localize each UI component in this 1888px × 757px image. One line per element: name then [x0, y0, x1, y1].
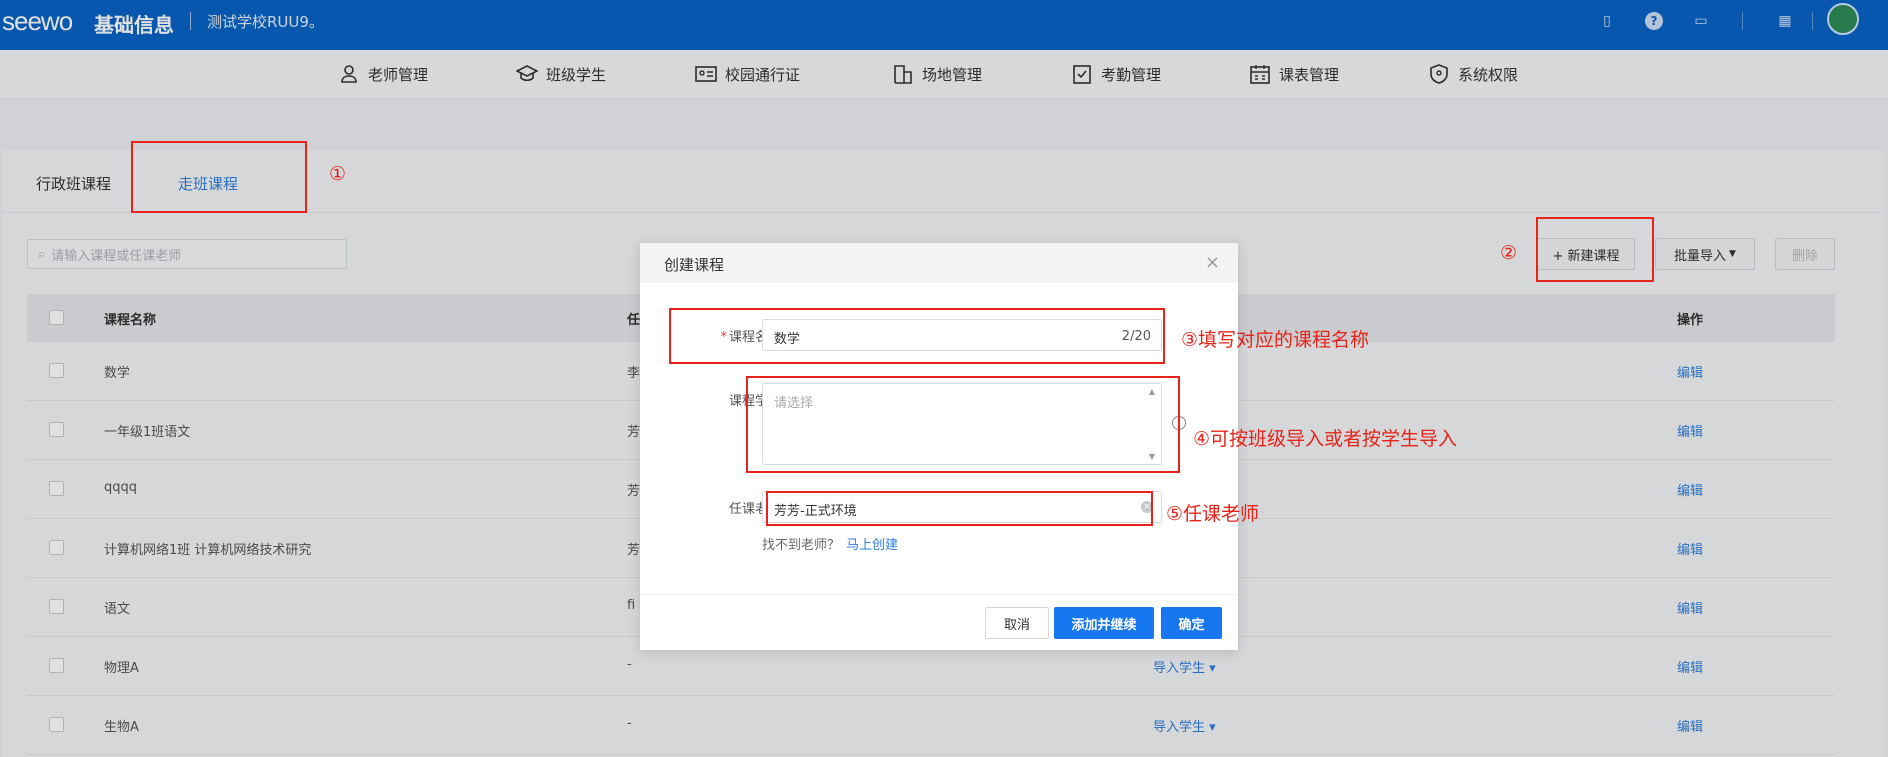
annotation-1: ① [329, 163, 347, 185]
annotation-box-4 [746, 376, 1180, 473]
annotation-2: ② [1500, 242, 1518, 264]
dialog-title: 创建课程 [664, 256, 725, 274]
annotation-box-1 [131, 141, 307, 213]
annotation-box-3 [669, 308, 1165, 364]
annotation-box-5 [766, 491, 1153, 526]
close-icon[interactable]: × [1205, 252, 1220, 273]
annotation-4: ④可按班级导入或者按学生导入 [1193, 428, 1458, 450]
create-teacher-link[interactable]: 马上创建 [846, 538, 898, 553]
confirm-button[interactable]: 确定 [1161, 607, 1222, 639]
dialog-footer-divider [640, 594, 1238, 595]
annotation-3: ③填写对应的课程名称 [1181, 329, 1370, 351]
annotation-box-2 [1536, 217, 1654, 282]
hint-text: 找不到老师？ [762, 538, 841, 553]
dialog-header: 创建课程 × [640, 243, 1238, 283]
add-and-continue-button[interactable]: 添加并继续 [1054, 607, 1154, 639]
teacher-hint: 找不到老师？ 马上创建 [762, 534, 898, 553]
cancel-button[interactable]: 取消 [985, 607, 1049, 639]
annotation-5: ⑤任课老师 [1166, 503, 1260, 525]
